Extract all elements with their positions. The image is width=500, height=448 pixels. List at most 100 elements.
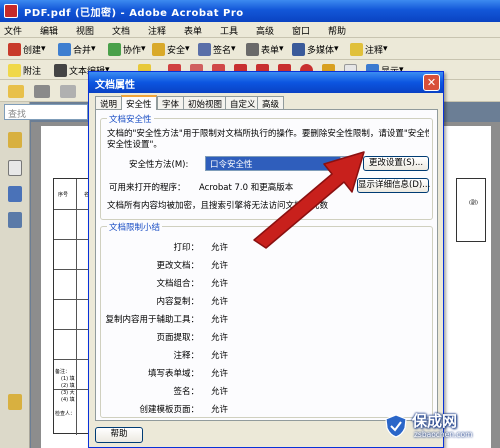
signatures-panel-icon[interactable] <box>8 212 22 228</box>
lock-panel-icon[interactable] <box>8 132 22 148</box>
sticky-note-label: 附注 <box>23 66 42 77</box>
dialog-titlebar: 文档属性 ✕ <box>89 72 443 93</box>
security-description-line2: 安全性设置"。 <box>107 140 162 150</box>
create-label: 创建 <box>23 45 42 56</box>
menu-edit[interactable]: 编辑 <box>40 24 58 37</box>
tab-advanced[interactable]: 高级 <box>257 96 285 110</box>
shield-logo-icon <box>385 414 407 438</box>
tab-custom[interactable]: 自定义 <box>225 96 261 110</box>
permission-value: 允许 <box>211 369 229 379</box>
page-note: 备注： <box>55 369 71 375</box>
menu-view[interactable]: 视图 <box>76 24 94 37</box>
sticky-note-button[interactable]: 附注 <box>8 62 41 78</box>
save-icon <box>60 84 76 98</box>
document-security-heading: 文档安全性 <box>107 113 154 125</box>
page-note: (2) 填 <box>61 383 75 389</box>
security-method-label: 安全性方法(M): <box>129 160 189 170</box>
folder-icon <box>8 84 24 98</box>
comment-button[interactable]: 注释 ▾ <box>350 41 388 57</box>
watermark-url: zsbaochen.com <box>414 430 473 439</box>
form-icon <box>246 42 259 56</box>
lock-icon <box>152 42 165 56</box>
menu-forms[interactable]: 表单 <box>184 24 202 37</box>
security-button[interactable]: 安全 ▾ <box>152 41 190 57</box>
multimedia-button[interactable]: 多媒体 ▾ <box>292 41 339 57</box>
acrobat-app-icon <box>4 4 18 18</box>
dialog-title: 文档属性 <box>95 80 135 91</box>
menu-advanced[interactable]: 高级 <box>256 24 274 37</box>
combine-label: 合并 <box>73 45 92 56</box>
page-note: (3) 大 <box>61 390 75 396</box>
close-icon[interactable]: ✕ <box>423 74 440 91</box>
menu-tools[interactable]: 工具 <box>220 24 238 37</box>
comments-panel-icon[interactable] <box>8 394 22 410</box>
print-button[interactable] <box>34 83 52 99</box>
permission-label: 签名： <box>173 387 199 397</box>
note-icon <box>350 42 363 56</box>
permission-value: 允许 <box>211 333 229 343</box>
menu-comment[interactable]: 注释 <box>148 24 166 37</box>
permission-value: 允许 <box>211 315 229 325</box>
permission-value: 允许 <box>211 279 229 289</box>
navigation-panel <box>0 102 30 448</box>
create-button[interactable]: 创建 ▾ <box>8 41 46 57</box>
permission-label: 创建模板页面： <box>139 405 199 415</box>
collaborate-icon <box>108 42 121 56</box>
permission-label: 注释： <box>173 351 199 361</box>
tab-security[interactable]: 安全性 <box>121 95 157 110</box>
permission-label: 更改文档： <box>156 261 199 271</box>
multimedia-label: 多媒体 <box>307 45 335 56</box>
pages-panel-icon[interactable] <box>8 160 22 176</box>
create-icon <box>8 42 21 56</box>
page-signature: 检查人： <box>55 411 76 417</box>
page-note: (1) 填 <box>61 376 75 382</box>
table-col-rule <box>76 179 77 435</box>
collaborate-label: 协作 <box>123 45 142 56</box>
tab-fonts[interactable]: 字体 <box>157 96 185 110</box>
red-arrow-annotation <box>253 151 365 249</box>
search-input[interactable]: 查找 <box>4 104 88 120</box>
permission-value: 允许 <box>211 297 229 307</box>
sign-label: 签名 <box>213 45 232 56</box>
printer-icon <box>34 84 50 98</box>
open-button[interactable] <box>8 83 26 99</box>
permission-value: 允许 <box>211 261 229 271</box>
tab-initial-view[interactable]: 初始视图 <box>183 96 228 110</box>
pen-icon <box>198 42 211 56</box>
tab-description[interactable]: 说明 <box>95 96 123 110</box>
permission-label: 页面提取： <box>156 333 199 343</box>
permission-value: 允许 <box>211 387 229 397</box>
forms-button[interactable]: 表单 ▾ <box>246 41 284 57</box>
film-icon <box>292 42 305 56</box>
menu-window[interactable]: 窗口 <box>292 24 310 37</box>
permission-value: 允许 <box>211 243 229 253</box>
security-label: 安全 <box>167 45 186 56</box>
col-header-no: 序号 <box>58 192 69 198</box>
menu-help[interactable]: 帮助 <box>328 24 346 37</box>
text-edit-icon <box>54 63 67 77</box>
site-watermark: 保成网 zsbaochen.com <box>384 408 494 444</box>
permission-label: 内容复制： <box>156 297 199 307</box>
document-properties-dialog: 文档属性 ✕ 说明 安全性 字体 初始视图 自定义 高级 文档安全性 文档的"安… <box>88 71 444 448</box>
combine-icon <box>58 42 71 56</box>
combine-button[interactable]: 合并 ▾ <box>58 41 96 57</box>
window-title: PDF.pdf (已加密) - Adobe Acrobat Pro <box>24 8 244 19</box>
collaborate-button[interactable]: 协作 ▾ <box>108 41 146 57</box>
compat-label: 可用来打开的程序： <box>109 183 186 193</box>
restrictions-summary-group: 文档限制小结 打印： 允许 更改文档： 允许 文档组合： 允许 内容复制： 允许… <box>100 221 433 418</box>
permission-label: 填写表单域： <box>147 369 199 379</box>
sticky-note-icon <box>8 63 21 77</box>
menu-file[interactable]: 文件 <box>4 24 22 37</box>
permission-label: 复制内容用于辅助工具： <box>105 315 199 325</box>
permission-value: 允许 <box>211 405 229 415</box>
bookmarks-panel-icon[interactable] <box>8 186 22 202</box>
menu-bar: 文件 编辑 视图 文档 注释 表单 工具 高级 窗口 帮助 <box>0 22 500 38</box>
page-right-table: (副) <box>456 178 486 242</box>
restrictions-summary-heading: 文档限制小结 <box>107 221 163 233</box>
task-toolbar: 创建 ▾ 合并 ▾ 协作 ▾ 安全 ▾ 签名 ▾ 表单 ▾ 多媒体 ▾ 注释 ▾ <box>0 38 500 60</box>
help-button[interactable]: 帮助 <box>95 427 143 443</box>
watermark-brand: 保成网 <box>412 412 458 430</box>
menu-document[interactable]: 文档 <box>112 24 130 37</box>
sign-button[interactable]: 签名 ▾ <box>198 41 236 57</box>
save-button[interactable] <box>60 83 78 99</box>
